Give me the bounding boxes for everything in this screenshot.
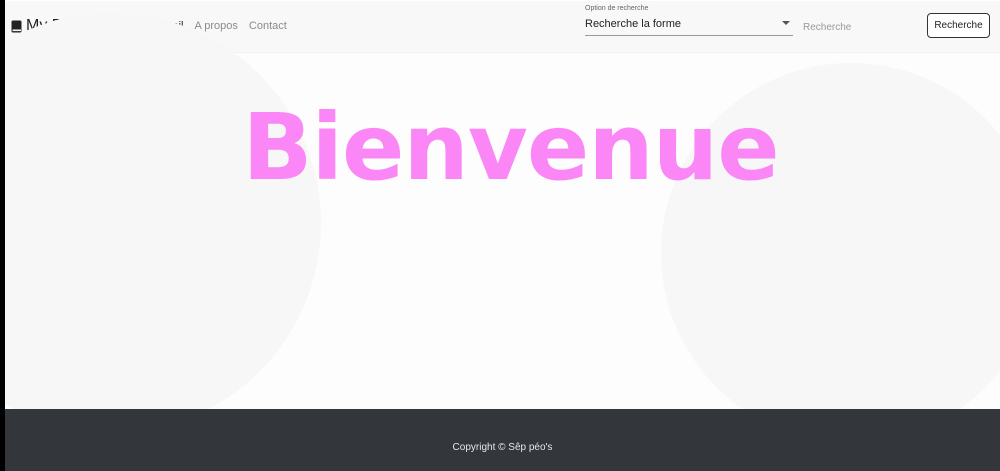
search-button[interactable]: Recherche [927, 13, 990, 38]
caret-down-icon [782, 21, 790, 25]
search-option-value: Recherche la forme [585, 18, 681, 30]
search-option-select[interactable]: Option de recherche Recherche la forme [585, 5, 793, 36]
search-input[interactable] [803, 19, 913, 35]
welcome-heading: Bienvenue [242, 94, 779, 201]
search-option-label: Option de recherche [585, 5, 649, 12]
background-decoration [5, 13, 321, 433]
footer: Copyright © Sêp péo's [5, 409, 1000, 471]
nav-link-a-propos[interactable]: A propos [194, 20, 237, 32]
page: My Dictionary App Accueil A propos Conta… [5, 0, 1000, 471]
copyright-text: Copyright © Sêp péo's [452, 442, 553, 453]
hero-section: Bienvenue [5, 13, 1000, 443]
book-icon [11, 20, 22, 32]
nav-link-contact[interactable]: Contact [249, 20, 287, 32]
